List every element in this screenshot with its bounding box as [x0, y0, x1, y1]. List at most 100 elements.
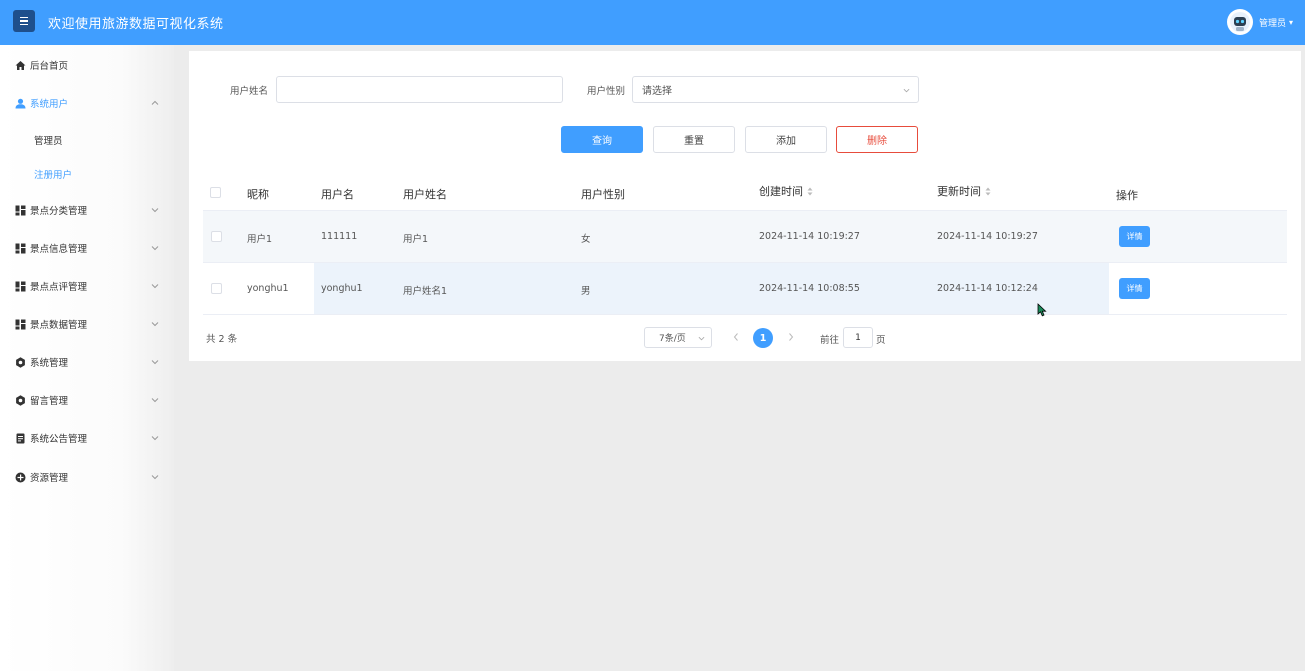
sidebar-subitem-admin[interactable]: 管理员 [0, 129, 174, 151]
sidebar-item-label: 系统管理 [30, 358, 69, 369]
name-label: 用户姓名 [230, 86, 269, 97]
sidebar-subitem-label: 注册用户 [34, 170, 73, 181]
sidebar-item-spot-review[interactable]: 景点点评管理 [0, 274, 174, 298]
main-panel: 用户姓名 用户性别 请选择 查询 重置 添加 删除 昵称 用户名 用户姓名 用户… [189, 51, 1301, 361]
table-row[interactable]: 用户1 111111 用户1 女 2024-11-14 10:19:27 202… [203, 211, 1287, 263]
chevron-down-icon: ▾ [1288, 17, 1293, 27]
chevron-down-icon [151, 284, 159, 289]
gear-icon [15, 394, 26, 406]
sidebar-item-spot-info[interactable]: 景点信息管理 [0, 236, 174, 260]
column-header-gender: 用户性别 [581, 186, 625, 202]
app-title: 欢迎使用旅游数据可视化系统 [48, 17, 224, 32]
select-all-checkbox[interactable] [210, 187, 221, 198]
chevron-down-icon [903, 88, 910, 93]
column-label: 用户性别 [581, 188, 625, 201]
cell-gender: 男 [581, 286, 591, 297]
cell-updated: 2024-11-14 10:19:27 [937, 231, 1038, 242]
chevron-up-icon [151, 100, 159, 105]
reset-button[interactable]: 重置 [653, 126, 735, 153]
page-size-select[interactable]: 7条/页 [644, 327, 712, 348]
add-button[interactable]: 添加 [745, 126, 827, 153]
goto-label: 前往 [820, 335, 840, 346]
grid-icon [15, 281, 26, 292]
gender-label: 用户性别 [587, 86, 626, 97]
cell-created: 2024-11-14 10:19:27 [759, 231, 860, 242]
detail-button[interactable]: 详情 [1119, 278, 1150, 299]
robot-avatar-icon [1229, 12, 1250, 32]
mouse-cursor-icon [1037, 303, 1047, 317]
sidebar-item-category[interactable]: 景点分类管理 [0, 198, 174, 222]
cell-real-name: 用户姓名1 [403, 286, 448, 297]
home-icon [15, 60, 26, 71]
chevron-down-icon [151, 322, 159, 327]
row-checkbox[interactable] [211, 231, 222, 242]
sidebar: 后台首页 系统用户 管理员 注册用户 景点分类管理 景点信息管理 景点点评管理 [0, 45, 174, 671]
query-button[interactable]: 查询 [561, 126, 643, 153]
gear-icon [15, 356, 26, 368]
column-label: 用户名 [321, 188, 354, 201]
sidebar-item-spot-data[interactable]: 景点数据管理 [0, 312, 174, 336]
sidebar-subitem-registered-users[interactable]: 注册用户 [0, 163, 174, 185]
sidebar-item-label: 景点数据管理 [30, 320, 88, 331]
top-header: 欢迎使用旅游数据可视化系统 管理员 ▾ [0, 0, 1305, 45]
user-name: 管理员 [1258, 18, 1286, 29]
sidebar-item-resources[interactable]: 资源管理 [0, 465, 174, 489]
goto-page-input[interactable]: 1 [843, 327, 873, 348]
sidebar-item-label: 资源管理 [30, 473, 69, 484]
page-suffix: 页 [876, 335, 886, 346]
cell-username: yonghu1 [321, 283, 363, 294]
sort-icon[interactable] [807, 187, 813, 196]
column-header-real-name: 用户姓名 [403, 186, 447, 202]
delete-button[interactable]: 删除 [836, 126, 918, 153]
sidebar-subitem-label: 管理员 [34, 136, 63, 147]
sidebar-item-home[interactable]: 后台首页 [0, 53, 174, 77]
sidebar-item-label: 景点信息管理 [30, 244, 88, 255]
column-label: 操作 [1116, 189, 1138, 202]
chevron-down-icon [151, 208, 159, 213]
current-page-number[interactable]: 1 [753, 328, 773, 348]
sidebar-item-label: 景点点评管理 [30, 282, 88, 293]
cell-nickname: yonghu1 [247, 283, 289, 294]
chevron-down-icon [151, 475, 159, 480]
user-icon [15, 98, 26, 109]
sidebar-item-system-manage[interactable]: 系统管理 [0, 350, 174, 374]
detail-button[interactable]: 详情 [1119, 226, 1150, 247]
column-label: 用户姓名 [403, 188, 447, 201]
cell-nickname: 用户1 [247, 234, 273, 245]
user-menu[interactable]: 管理员 ▾ [1226, 9, 1293, 35]
row-checkbox[interactable] [211, 283, 222, 294]
sidebar-item-announcements[interactable]: 系统公告管理 [0, 426, 174, 450]
sidebar-item-label: 后台首页 [30, 61, 69, 72]
column-label: 更新时间 [937, 185, 981, 198]
chevron-down-icon [151, 246, 159, 251]
column-label: 创建时间 [759, 185, 803, 198]
name-search-input[interactable] [276, 76, 563, 103]
menu-toggle-icon[interactable] [13, 10, 35, 32]
sort-icon[interactable] [985, 187, 991, 196]
cell-username: 111111 [321, 231, 358, 242]
table-row[interactable]: yonghu1 yonghu1 用户姓名1 男 2024-11-14 10:08… [203, 263, 1287, 315]
next-page-icon[interactable] [787, 332, 795, 342]
cell-created: 2024-11-14 10:08:55 [759, 283, 860, 294]
sidebar-item-messages[interactable]: 留言管理 [0, 388, 174, 412]
chevron-down-icon [698, 336, 705, 341]
plus-circle-icon [15, 472, 26, 483]
total-count: 共 2 条 [206, 334, 238, 345]
chevron-down-icon [151, 436, 159, 441]
cell-updated: 2024-11-14 10:12:24 [937, 283, 1038, 294]
column-header-created[interactable]: 创建时间 [759, 183, 813, 199]
grid-icon [15, 205, 26, 216]
column-header-updated[interactable]: 更新时间 [937, 183, 991, 199]
chevron-down-icon [151, 360, 159, 365]
prev-page-icon[interactable] [732, 332, 740, 342]
cell-real-name: 用户1 [403, 234, 429, 245]
gender-select-placeholder: 请选择 [642, 86, 672, 97]
gender-select[interactable]: 请选择 [632, 76, 919, 103]
column-header-actions: 操作 [1116, 187, 1138, 203]
chevron-down-icon [151, 398, 159, 403]
sidebar-item-system-users[interactable]: 系统用户 [0, 91, 174, 115]
column-header-username: 用户名 [321, 186, 354, 202]
document-icon [15, 433, 26, 444]
table-header: 昵称 用户名 用户姓名 用户性别 创建时间 更新时间 操作 [203, 175, 1287, 211]
grid-icon [15, 319, 26, 330]
